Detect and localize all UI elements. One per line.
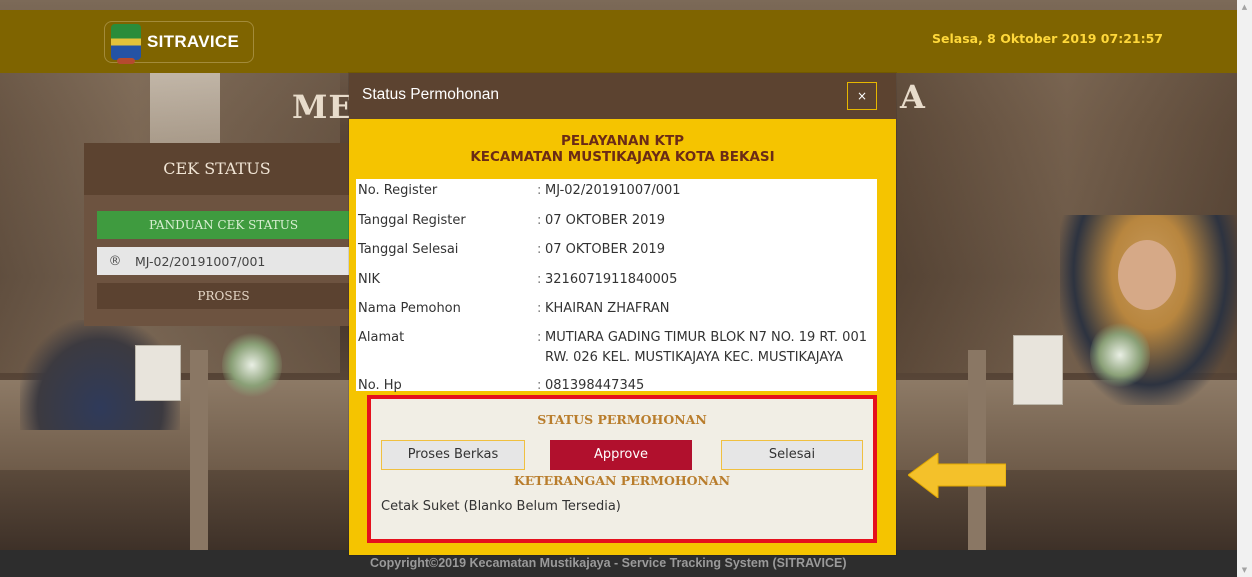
info-label: No. Hp bbox=[358, 378, 402, 393]
service-title: PELAYANAN KTP KECAMATAN MUSTIKAJAYA KOTA… bbox=[349, 133, 896, 165]
status-selesai-button[interactable]: Selesai bbox=[721, 440, 863, 470]
info-value: 07 OKTOBER 2019 bbox=[545, 213, 665, 228]
scrollbar-thumb[interactable] bbox=[1240, 16, 1249, 556]
register-number-field[interactable]: ® bbox=[97, 247, 350, 275]
info-label: Tanggal Selesai bbox=[358, 242, 459, 257]
app-logo[interactable]: SITRAVICE bbox=[104, 21, 254, 64]
status-heading: STATUS PERMOHONAN bbox=[537, 412, 707, 427]
applicant-info-table: No. Register : MJ-02/20191007/001 Tangga… bbox=[356, 179, 877, 393]
status-permohonan-modal: Status Permohonan × PELAYANAN KTP KECAMA… bbox=[349, 73, 896, 555]
background-wall-text-right: A bbox=[900, 78, 925, 116]
service-title-line2: KECAMATAN MUSTIKAJAYA KOTA BEKASI bbox=[470, 149, 775, 165]
register-number-input[interactable] bbox=[133, 252, 337, 270]
info-value: 07 OKTOBER 2019 bbox=[545, 242, 665, 257]
keterangan-heading: KETERANGAN PERMOHONAN bbox=[513, 473, 731, 488]
background-pillar bbox=[190, 350, 208, 550]
scroll-down-arrow-icon[interactable]: ▼ bbox=[1237, 563, 1252, 577]
info-colon: : bbox=[537, 301, 542, 316]
info-value: 081398447345 bbox=[545, 378, 645, 393]
status-permohonan-section: STATUS PERMOHONAN Proses Berkas Approve … bbox=[367, 395, 877, 543]
background-counter-sign-left bbox=[135, 345, 181, 401]
background-pillar bbox=[968, 350, 986, 550]
footer-copyright: Copyright©2019 Kecamatan Mustikajaya - S… bbox=[370, 556, 847, 570]
cek-status-title: CEK STATUS bbox=[84, 143, 350, 195]
modal-close-button[interactable]: × bbox=[847, 82, 877, 110]
info-label: Nama Pemohon bbox=[358, 301, 461, 316]
proses-button[interactable]: PROSES bbox=[97, 283, 350, 309]
background-counter-sign-right bbox=[1013, 335, 1063, 405]
panduan-cek-status-button[interactable]: PANDUAN CEK STATUS bbox=[97, 211, 350, 239]
background-plant-left bbox=[222, 330, 282, 400]
info-value: KHAIRAN ZHAFRAN bbox=[545, 301, 670, 316]
info-colon: : bbox=[537, 272, 542, 287]
header-datetime: Selasa, 8 Oktober 2019 07:21:57 bbox=[932, 31, 1163, 46]
cek-status-panel: CEK STATUS PANDUAN CEK STATUS ® PROSES bbox=[84, 143, 350, 326]
info-value: 3216071911840005 bbox=[545, 272, 678, 287]
modal-header: Status Permohonan × bbox=[349, 73, 896, 119]
background-wall-text-left: ME bbox=[292, 88, 354, 126]
info-colon: : bbox=[537, 330, 542, 345]
app-logo-text: SITRAVICE bbox=[147, 32, 240, 51]
modal-title: Status Permohonan bbox=[362, 86, 500, 103]
info-value: MUTIARA GADING TIMUR BLOK N7 NO. 19 RT. … bbox=[545, 330, 867, 365]
info-colon: : bbox=[537, 213, 542, 228]
page-scrollbar[interactable]: ▲ ▼ bbox=[1237, 0, 1252, 577]
scroll-up-arrow-icon[interactable]: ▲ bbox=[1237, 0, 1252, 14]
info-colon: : bbox=[537, 242, 542, 257]
city-emblem-icon bbox=[111, 24, 141, 64]
info-value: MJ-02/20191007/001 bbox=[545, 183, 681, 198]
info-colon: : bbox=[537, 378, 542, 393]
info-label: NIK bbox=[358, 272, 381, 287]
info-label: No. Register bbox=[358, 183, 438, 198]
registered-icon: ® bbox=[108, 253, 122, 269]
service-title-line1: PELAYANAN KTP bbox=[560, 133, 685, 149]
annotation-arrow-icon bbox=[908, 453, 1006, 498]
info-colon: : bbox=[537, 183, 542, 198]
status-approve-button[interactable]: Approve bbox=[550, 440, 692, 470]
background-plant-right bbox=[1090, 320, 1150, 390]
cek-status-body: PANDUAN CEK STATUS ® PROSES bbox=[84, 195, 350, 326]
background-face-right bbox=[1118, 240, 1176, 310]
info-label: Tanggal Register bbox=[358, 213, 466, 228]
status-proses-berkas-button[interactable]: Proses Berkas bbox=[381, 440, 525, 470]
info-label: Alamat bbox=[358, 330, 405, 345]
keterangan-text: Cetak Suket (Blanko Belum Tersedia) bbox=[381, 499, 621, 514]
